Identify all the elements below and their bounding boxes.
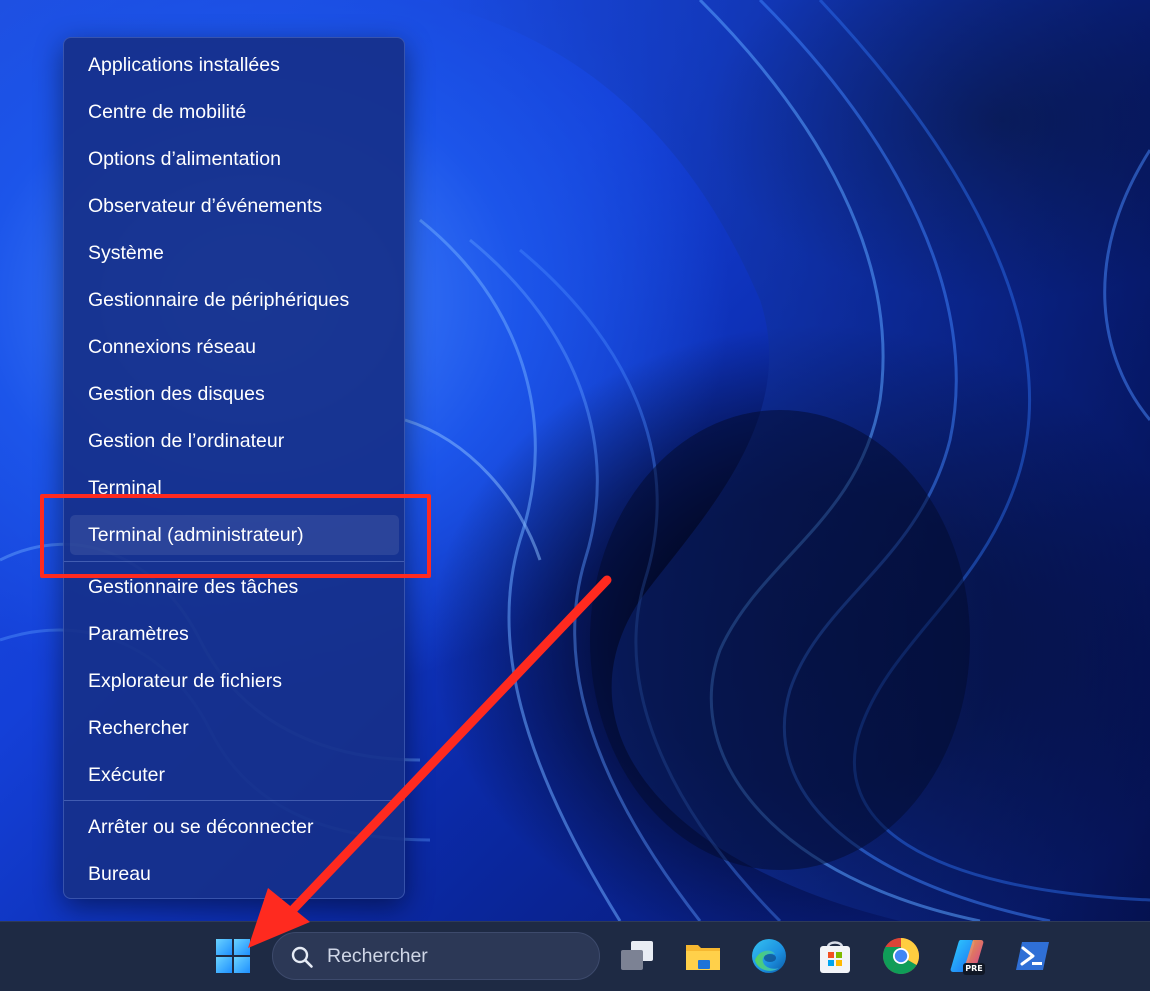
annotation-arrow (248, 575, 612, 948)
